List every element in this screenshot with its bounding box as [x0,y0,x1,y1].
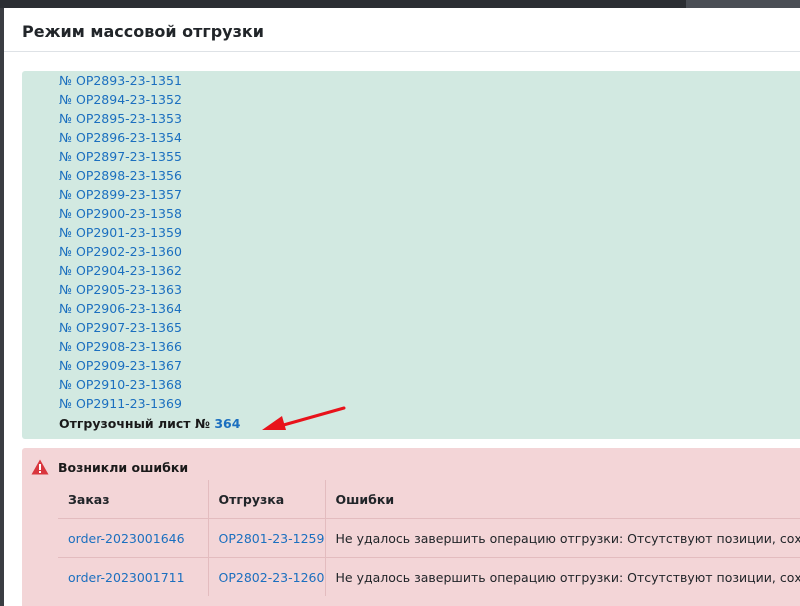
modal-title: Режим массовой отгрузки [22,22,264,41]
shipment-link[interactable]: № ОР2905-23-1363 [59,282,182,297]
shipment-link[interactable]: № ОР2895-23-1353 [59,111,182,126]
warning-triangle-icon [31,459,49,475]
shipment-link[interactable]: № ОР2898-23-1356 [59,168,182,183]
shipment-cell: ОР2801-23-1259 [207,518,325,558]
red-arrow-icon [262,406,346,430]
order-link[interactable]: order-2023001646 [68,531,185,546]
list-item: № ОР2896-23-1354 [59,128,182,147]
shipment-link[interactable]: № ОР2896-23-1354 [59,130,182,145]
list-item: № ОР2910-23-1368 [59,375,182,394]
modal-body: № ОР2893-23-1351 № ОР2894-23-1352 № ОР28… [4,52,800,606]
list-item: № ОР2899-23-1357 [59,185,182,204]
shipment-link[interactable]: № ОР2893-23-1351 [59,73,182,88]
shipment-link[interactable]: ОР2802-23-1260 [219,570,325,585]
column-header-order: Заказ [58,480,208,519]
list-item: № ОР2894-23-1352 [59,90,182,109]
shipment-link[interactable]: № ОР2904-23-1362 [59,263,182,278]
shipment-link[interactable]: № ОР2908-23-1366 [59,339,182,354]
error-cell: Не удалось завершить операцию отгрузки: … [324,518,800,558]
shipment-link[interactable]: № ОР2901-23-1359 [59,225,182,240]
shipment-link[interactable]: № ОР2894-23-1352 [59,92,182,107]
shipment-link[interactable]: № ОР2910-23-1368 [59,377,182,392]
error-title: Возникли ошибки [58,460,189,475]
list-item: № ОР2900-23-1358 [59,204,182,223]
list-item: № ОР2895-23-1353 [59,109,182,128]
error-cell: Не удалось завершить операцию отгрузки: … [324,557,800,596]
list-item: № ОР2904-23-1362 [59,261,182,280]
error-alert: Возникли ошибки Заказ Отгрузка Ошибки or… [22,448,800,606]
list-item: № ОР2907-23-1365 [59,318,182,337]
table-row: order-2023001711 ОР2802-23-1260 Не удало… [58,557,800,597]
column-header-shipment: Отгрузка [207,480,325,519]
shipment-link[interactable]: № ОР2911-23-1369 [59,396,182,411]
mass-shipment-modal: Режим массовой отгрузки № ОР2893-23-1351… [4,8,800,606]
list-item: № ОР2902-23-1360 [59,242,182,261]
list-item: № ОР2906-23-1364 [59,299,182,318]
errors-table: Заказ Отгрузка Ошибки order-2023001646 О… [58,480,800,596]
table-row: order-2023001646 ОР2801-23-1259 Не удало… [58,518,800,558]
shipment-cell: ОР2802-23-1260 [207,557,325,596]
shipment-link[interactable]: ОР2801-23-1259 [219,531,325,546]
shipment-link[interactable]: № ОР2900-23-1358 [59,206,182,221]
shipment-link[interactable]: № ОР2897-23-1355 [59,149,182,164]
list-item: № ОР2898-23-1356 [59,166,182,185]
order-cell: order-2023001711 [58,558,208,597]
success-alert: № ОР2893-23-1351 № ОР2894-23-1352 № ОР28… [22,71,800,439]
list-item: № ОР2901-23-1359 [59,223,182,242]
order-link[interactable]: order-2023001711 [68,570,185,585]
shipment-list: № ОР2893-23-1351 № ОР2894-23-1352 № ОР28… [59,71,182,413]
shipment-link[interactable]: № ОР2902-23-1360 [59,244,182,259]
list-item: № ОР2909-23-1367 [59,356,182,375]
list-item: № ОР2908-23-1366 [59,337,182,356]
shipping-sheet-link[interactable]: 364 [214,416,240,431]
column-header-errors: Ошибки [324,480,800,519]
shipment-link[interactable]: № ОР2909-23-1367 [59,358,182,373]
table-header-row: Заказ Отгрузка Ошибки [58,480,800,519]
shipment-link[interactable]: № ОР2906-23-1364 [59,301,182,316]
list-item: № ОР2897-23-1355 [59,147,182,166]
backdrop [0,0,800,8]
backdrop-element [686,0,800,8]
order-cell: order-2023001646 [58,518,208,558]
list-item: № ОР2911-23-1369 [59,394,182,413]
shipping-sheet-label: Отгрузочный лист № [59,416,210,431]
shipping-sheet-line: Отгрузочный лист № 364 [59,414,240,433]
modal-header: Режим массовой отгрузки [4,8,800,52]
shipment-link[interactable]: № ОР2907-23-1365 [59,320,182,335]
list-item: № ОР2905-23-1363 [59,280,182,299]
shipment-link[interactable]: № ОР2899-23-1357 [59,187,182,202]
list-item: № ОР2893-23-1351 [59,71,182,90]
